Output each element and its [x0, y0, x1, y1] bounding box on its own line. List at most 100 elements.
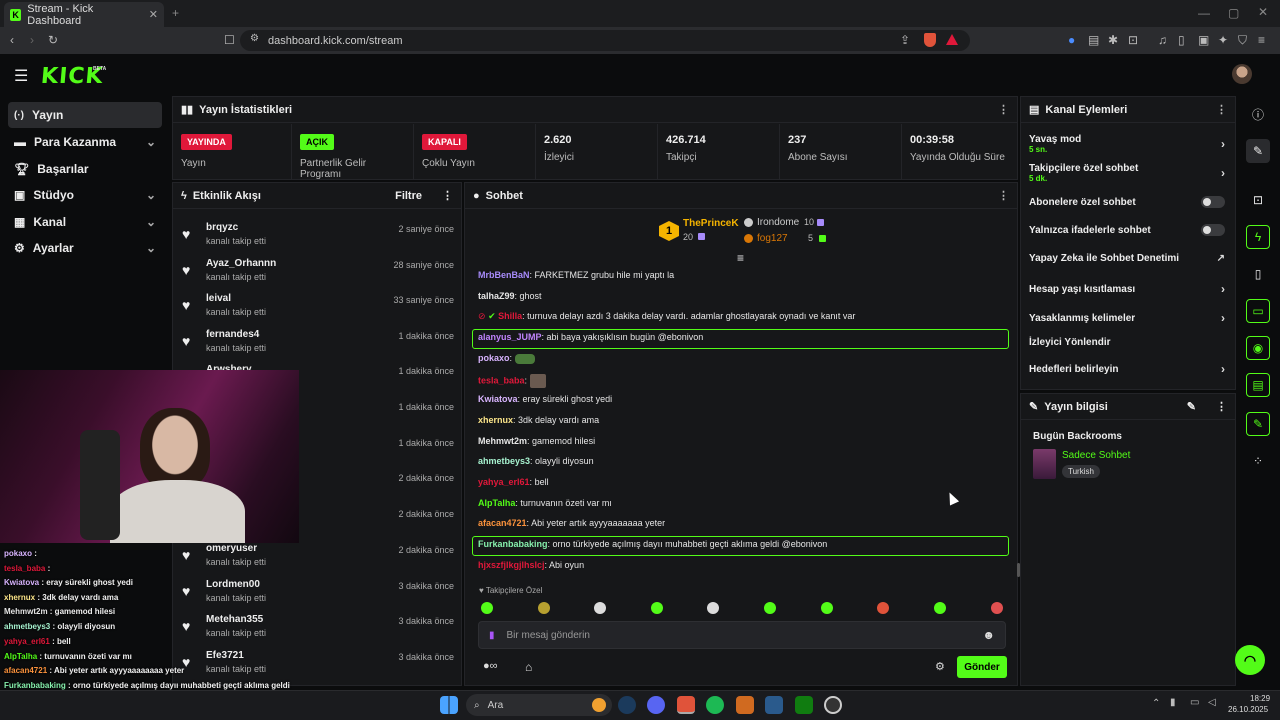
document-icon[interactable]: ▯ [1246, 262, 1270, 286]
forward-icon[interactable]: › [30, 33, 34, 47]
sidebar-item-kanal[interactable]: ▦ Kanal ⌄ [8, 209, 162, 235]
more-options-icon[interactable]: ⋮ [442, 189, 453, 202]
screenshot-icon[interactable]: ⊡ [1128, 33, 1138, 47]
activity-item[interactable]: ♥ Efe3721 kanalı takip etti 3 dakika önce [182, 646, 454, 681]
sidebar-item-basarilar[interactable]: 🏆︎ Başarılar [8, 156, 162, 182]
chat-username[interactable]: Furkanbabaking [478, 539, 548, 549]
bookmark-icon[interactable]: ☐ [224, 33, 235, 47]
activity-item[interactable]: ♥ brqyzc kanalı takip etti 2 saniye önce [182, 218, 454, 253]
emote-icon[interactable] [707, 602, 719, 614]
info-icon[interactable]: ⓘ [1246, 102, 1270, 126]
music-icon[interactable]: ♫ [1158, 33, 1167, 47]
channel-action-item[interactable]: Abonelere özel sohbet [1029, 196, 1225, 208]
chat-username[interactable]: Kwiatova [478, 394, 518, 404]
chat-username[interactable]: AlpTalha [478, 498, 515, 508]
camera-icon[interactable]: ⊡ [1246, 188, 1270, 212]
emote-icon[interactable] [481, 602, 493, 614]
sidebar-item-ayarlar[interactable]: ⚙ Ayarlar ⌄ [8, 235, 162, 261]
avatar[interactable] [1232, 64, 1252, 84]
stream-info-rail-icon[interactable]: ▤ [1246, 373, 1270, 397]
hamburger-menu-icon[interactable]: ☰ [14, 66, 28, 86]
steam-2-icon[interactable] [765, 696, 783, 714]
chat-message[interactable]: AlpTalha: turnuvanın özeti var mı [478, 498, 612, 508]
chat-message[interactable]: pokaxo: [478, 353, 535, 364]
brave-rewards-icon[interactable] [946, 34, 958, 45]
send-button[interactable]: Gönder [957, 656, 1007, 678]
chat-message[interactable]: Furkanbabaking: orno türkiyede açılmış d… [478, 539, 827, 549]
volume-icon[interactable]: ◁ [1208, 697, 1216, 708]
chat-message[interactable]: alanyus_JUMP: abi baya yakışıklısın bugü… [478, 332, 703, 342]
brave-shield-icon[interactable] [924, 33, 936, 47]
leader-third-name[interactable]: fog127 [757, 233, 788, 244]
users-rail-icon[interactable]: ⁘ [1246, 449, 1270, 473]
chat-username[interactable]: tesla_baba [478, 375, 525, 385]
tools-rail-icon[interactable]: ✎ [1246, 412, 1270, 436]
steam-icon[interactable] [618, 696, 636, 714]
chat-settings-icon[interactable]: ⚙ [935, 660, 945, 673]
chat-username[interactable]: afacan4721 [478, 518, 527, 528]
more-options-icon[interactable]: ⋮ [998, 103, 1009, 116]
more-options-icon[interactable]: ⋮ [1216, 400, 1227, 413]
extension-2-icon[interactable]: ▤ [1088, 33, 1099, 47]
channel-action-item[interactable]: Yalnızca ifadelerle sohbet [1029, 224, 1225, 236]
back-icon[interactable]: ‹ [10, 33, 14, 47]
leo-ai-icon[interactable]: ✦ [1218, 33, 1228, 47]
activity-item[interactable]: ♥ Metehan355 kanalı takip etti 3 dakika önc… [182, 610, 454, 645]
close-window-icon[interactable]: ✕ [1258, 5, 1268, 19]
activity-item[interactable]: ♥ omeryuser kanalı takip etti 2 dakika önce [182, 539, 454, 574]
spotify-icon[interactable] [706, 696, 724, 714]
category-name[interactable]: Sadece Sohbet [1062, 450, 1130, 461]
lightning-rail-icon[interactable]: ϟ [1246, 225, 1270, 249]
edit-icon[interactable]: ✎ [1187, 400, 1196, 413]
sidebar-item-studyo[interactable]: ▣ Stüdyo ⌄ [8, 182, 162, 208]
support-button[interactable]: ◠ [1235, 645, 1265, 675]
channel-action-item[interactable]: Yapay Zeka ile Sohbet Denetimi ↗ [1029, 253, 1225, 264]
chat-username[interactable]: xhernux [478, 415, 513, 425]
taskbar-search[interactable]: ⌕ Ara [466, 694, 612, 716]
chat-username[interactable]: talhaZ99 [478, 291, 515, 301]
chat-rail-icon[interactable]: ▭ [1246, 299, 1270, 323]
chat-message[interactable]: hjxszfjlkgjlhslcj: Abi oyun [478, 560, 584, 570]
chat-username[interactable]: pokaxo [478, 353, 510, 363]
clock-date[interactable]: 26.10.2025 [1228, 705, 1268, 714]
chat-username[interactable]: yahya_erl61 [478, 477, 530, 487]
activity-item[interactable]: ♥ leival kanalı takip etti 33 saniye önce [182, 289, 454, 324]
emote-icon[interactable] [538, 602, 550, 614]
wallet-icon[interactable]: ▣ [1198, 33, 1209, 47]
chat-username[interactable]: hjxszfjlkgjlhslcj [478, 560, 545, 570]
activity-item[interactable]: ♥ Ayaz_Orhannn kanalı takip etti 28 saniye … [182, 254, 454, 289]
leader-second-name[interactable]: Irondome [757, 217, 799, 228]
chat-username[interactable]: Mehmwt2m [478, 436, 527, 446]
channel-action-item[interactable]: Hesap yaşı kısıtlaması › [1029, 282, 1225, 296]
more-options-icon[interactable]: ⋮ [1216, 103, 1227, 116]
extensions-puzzle-icon[interactable]: ✱ [1108, 33, 1118, 47]
emote-icon[interactable] [821, 602, 833, 614]
microphone-icon[interactable]: ▮ [489, 630, 495, 641]
chat-username[interactable]: ahmetbeys3 [478, 456, 530, 466]
edit-layout-icon[interactable]: ✎ [1246, 139, 1270, 163]
new-tab-button[interactable]: + [172, 6, 179, 20]
chat-username[interactable]: MrbBenBaN [478, 270, 530, 280]
emote-icon[interactable] [877, 602, 889, 614]
clock-time[interactable]: 18:29 [1250, 694, 1270, 703]
chat-message[interactable]: Mehmwt2m: gamemod hilesi [478, 436, 595, 446]
chat-username[interactable]: alanyus_JUMP [478, 332, 542, 342]
chat-message[interactable]: ahmetbeys3: olayyli diyosun [478, 456, 594, 466]
store-icon[interactable]: ⌂ [525, 660, 532, 674]
chat-message[interactable]: MrbBenBaN: FARKETMEZ grubu hile mi yaptı… [478, 270, 674, 280]
emote-icon[interactable] [934, 602, 946, 614]
discord-icon[interactable] [647, 696, 665, 714]
site-settings-icon[interactable]: ⚙ [250, 33, 259, 44]
tab-close-icon[interactable]: ✕ [149, 8, 158, 21]
browser-tab[interactable]: K Stream - Kick Dashboard ✕ [4, 2, 164, 27]
chat-input-box[interactable]: ▮ Bir mesaj gönderin ☻ [478, 621, 1006, 649]
chat-message[interactable]: afacan4721: Abi yeter artık ayyyaaaaaaa … [478, 518, 665, 528]
menu-icon[interactable]: ≡ [1258, 33, 1265, 47]
emote-icon[interactable] [594, 602, 606, 614]
reload-icon[interactable]: ↻ [48, 33, 58, 47]
leader-first-name[interactable]: ThePrinceK [683, 218, 739, 229]
broadcast-rail-icon[interactable]: ◉ [1246, 336, 1270, 360]
filter-button[interactable]: Filtre [395, 190, 422, 202]
maximize-icon[interactable]: ▢ [1228, 6, 1239, 20]
vpn-icon[interactable]: ⛉ [1238, 33, 1247, 48]
